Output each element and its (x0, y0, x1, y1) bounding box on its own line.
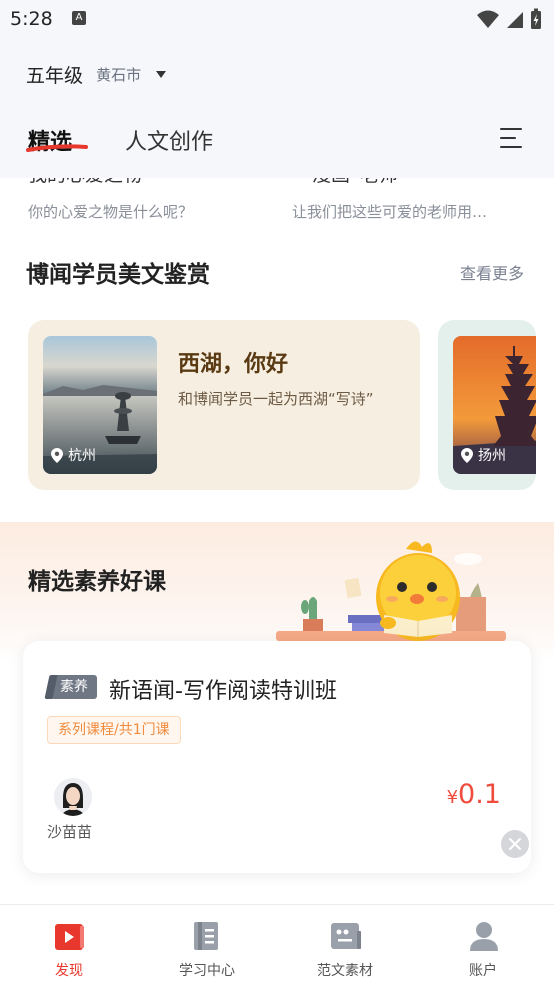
nav-label: 账户 (469, 963, 497, 979)
article-subtitle: 你的心爱之物是什么呢？ (28, 203, 194, 221)
location-pin-icon (461, 447, 473, 463)
course-price: ¥0.1 (447, 779, 501, 810)
nav-item-essay-materials[interactable]: 范文素材 (276, 905, 414, 984)
close-icon (509, 838, 521, 850)
close-button[interactable] (501, 830, 529, 858)
location-pin-icon (51, 447, 63, 463)
location-label: 扬州 (478, 448, 506, 464)
chick-mascot-illustration (276, 541, 506, 641)
price-value: 0.1 (458, 779, 501, 810)
section-title-appreciation: 博闻学员美文鉴赏 (26, 262, 210, 288)
nav-item-account[interactable]: 账户 (414, 905, 552, 984)
essay-card[interactable]: 杭州 西湖，你好 和博闻学员一起为西湖“写诗” (28, 320, 420, 490)
section-title-courses: 精选素养好课 (28, 569, 166, 595)
notification-icon: A (72, 11, 86, 25)
article-item[interactable]: 漫画“老师” 让我们把这些可爱的老师用… (292, 178, 532, 226)
avatar (54, 778, 92, 816)
city-label: 黄石市 (96, 66, 142, 84)
teacher-portrait (54, 778, 92, 816)
article-item[interactable]: 我的心爱之物 你的心爱之物是什么呢？ (28, 178, 258, 226)
card-thumbnail: 扬州 (453, 336, 536, 474)
course-card[interactable]: 素养 新语闻-写作阅读特训班 系列课程/共1门课 沙苗苗 ¥0.1 (23, 641, 531, 873)
course-badge: 素养 (51, 675, 97, 699)
status-bar: 5:28 A (0, 0, 554, 36)
bottom-navigation: 发现 学习中心 范文素材 账户 (0, 904, 554, 984)
currency-symbol: ¥ (446, 787, 459, 808)
teacher-name: 沙苗苗 (47, 823, 93, 841)
card-title: 西湖，你好 (178, 352, 289, 377)
article-subtitle: 让我们把这些可爱的老师用… (292, 203, 488, 221)
wifi-icon (476, 10, 499, 28)
grade-selector[interactable]: 五年级 黄石市 (26, 61, 167, 87)
course-title: 新语闻-写作阅读特训班 (109, 679, 337, 704)
caret-down-icon (156, 71, 167, 78)
battery-icon (531, 8, 541, 29)
status-time: 5:28 (10, 8, 53, 30)
nav-item-study-center[interactable]: 学习中心 (138, 905, 276, 984)
tab-humanities[interactable]: 人文创作 (125, 124, 213, 156)
location-tag: 扬州 (461, 445, 506, 465)
location-label: 杭州 (68, 448, 96, 464)
nav-label: 学习中心 (179, 963, 235, 979)
essay-card[interactable]: 扬州 (438, 320, 536, 490)
nav-label: 范文素材 (317, 963, 373, 979)
status-icons (476, 8, 542, 29)
signal-icon (506, 12, 523, 28)
book-icon (194, 922, 218, 950)
nav-item-discover[interactable]: 发现 (0, 905, 138, 984)
top-header: 5:28 A 五年级 黄石市 精选 人文创作 (0, 0, 554, 178)
see-more-link[interactable]: 查看更多 (460, 260, 524, 284)
card-description: 和博闻学员一起为西湖“写诗” (178, 390, 374, 408)
user-icon (470, 922, 498, 951)
menu-icon[interactable] (500, 128, 524, 150)
nav-label: 发现 (55, 963, 83, 979)
location-tag: 杭州 (51, 445, 96, 465)
tab-featured[interactable]: 精选 (28, 124, 72, 156)
grade-label: 五年级 (26, 65, 84, 87)
play-icon (55, 924, 84, 950)
card-thumbnail: 杭州 (43, 336, 157, 474)
quote-icon (331, 923, 361, 949)
course-series-tag: 系列课程/共1门课 (47, 716, 181, 744)
